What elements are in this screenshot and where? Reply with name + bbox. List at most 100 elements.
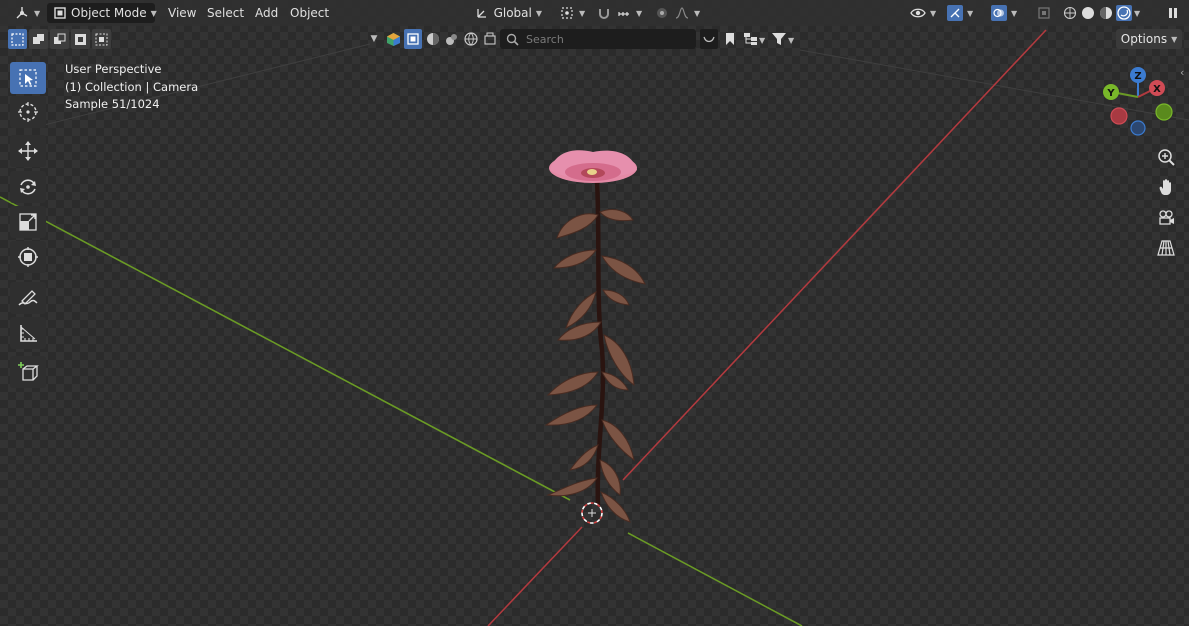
chevron-down-icon: ▼ <box>694 8 701 18</box>
mode-dropdown[interactable]: Object Mode ▼ <box>47 3 157 23</box>
navigation-gizmo[interactable]: Z X Y <box>1100 66 1180 136</box>
magnet-icon <box>596 5 612 21</box>
options-button[interactable]: Options ▼ <box>1116 29 1182 49</box>
camera-view-button[interactable] <box>1154 206 1178 230</box>
chevron-down-icon: ▼ <box>636 8 643 18</box>
proportional-editing-toggle[interactable]: ▼ <box>648 3 706 23</box>
chevron-down-icon: ▼ <box>150 8 157 18</box>
gizmo-x-label: X <box>1153 84 1161 95</box>
z-axis-handle: Z <box>1130 67 1146 83</box>
search-field[interactable] <box>500 29 696 49</box>
object-data-icon[interactable] <box>385 29 401 49</box>
neg-z-axis-handle <box>1130 120 1146 136</box>
editor-type-button[interactable]: ▼ <box>8 3 46 23</box>
gizmo-z-label: Z <box>1134 71 1141 82</box>
add-cube-tool[interactable] <box>10 356 46 388</box>
wireframe-shading-icon[interactable] <box>1062 5 1078 21</box>
scale-tool[interactable] <box>10 206 46 238</box>
measure-icon <box>20 325 37 342</box>
transform-tool[interactable] <box>10 241 46 273</box>
curve-toggle[interactable] <box>700 29 718 49</box>
chevron-down-icon: ▼ <box>34 8 41 18</box>
bookmark-icon[interactable] <box>722 29 738 49</box>
material-preview-icon[interactable] <box>444 29 460 49</box>
plant-stem <box>594 179 606 506</box>
flower-head <box>549 150 637 183</box>
filter-icon[interactable]: ▼ <box>770 29 796 49</box>
perspective-toggle-button[interactable] <box>1154 236 1178 260</box>
mesh-select-icon[interactable] <box>482 29 498 49</box>
falloff-curve-icon <box>674 5 690 21</box>
camera-icon <box>1159 210 1174 225</box>
xray-toggle[interactable] <box>1030 3 1058 23</box>
rendered-shading-icon[interactable] <box>1116 5 1132 21</box>
select-new-icon <box>11 32 24 46</box>
chevron-down-icon[interactable]: ▼ <box>1134 9 1140 18</box>
viewport-filter-group: ▼ <box>366 29 498 49</box>
world-icon[interactable] <box>463 29 479 49</box>
select-invert-mode[interactable] <box>71 29 90 49</box>
svg-text:▼: ▼ <box>788 36 795 45</box>
search-icon <box>504 31 520 47</box>
solid-sphere-icon[interactable] <box>425 29 441 49</box>
proportional-edit-icon <box>654 5 670 21</box>
mode-label: Object Mode <box>71 6 147 20</box>
chevron-down-icon[interactable]: ▼ <box>366 29 382 49</box>
pan-view-button[interactable] <box>1154 175 1178 199</box>
select-invert-icon <box>75 33 86 45</box>
object-mode-filter[interactable] <box>404 29 422 49</box>
shading-mode-group: ▼ <box>1056 3 1146 23</box>
sidebar-toggle-icon[interactable]: ‹ <box>1180 66 1184 79</box>
snap-toggle[interactable]: ▼ <box>590 3 648 23</box>
object-mode-icon <box>53 5 67 21</box>
menu-select[interactable]: Select <box>201 3 250 23</box>
3d-viewport[interactable]: ▼ Object Mode ▼ View Select Add Object G… <box>0 0 1189 626</box>
y-axis-handle: Y <box>1103 84 1119 100</box>
select-extend-mode[interactable] <box>29 29 48 49</box>
chevron-down-icon: ▼ <box>967 8 974 18</box>
transform-orientation-dropdown[interactable]: Global ▼ <box>468 3 548 23</box>
scale-icon <box>19 213 37 231</box>
chevron-down-icon: ▼ <box>1171 34 1178 44</box>
select-box-tool[interactable] <box>10 62 46 94</box>
move-icon <box>18 141 38 161</box>
zoom-view-button[interactable] <box>1154 145 1178 169</box>
select-intersect-icon <box>95 33 108 45</box>
view-name-text: User Perspective <box>65 62 162 76</box>
annotate-tool[interactable] <box>10 282 46 314</box>
select-intersect-mode[interactable] <box>92 29 111 49</box>
solid-shading-icon[interactable] <box>1080 5 1096 21</box>
rotate-tool[interactable] <box>10 171 46 203</box>
material-shading-icon[interactable] <box>1098 5 1114 21</box>
menu-object[interactable]: Object <box>284 3 335 23</box>
pivot-icon <box>559 5 575 21</box>
3d-viewport-icon <box>14 5 30 21</box>
pause-render-button[interactable] <box>1159 3 1187 23</box>
move-tool[interactable] <box>10 135 46 167</box>
add-cube-icon <box>18 362 39 381</box>
cursor-icon <box>18 102 38 122</box>
gizmo-dropdown[interactable]: ▼ <box>941 3 979 23</box>
chevron-down-icon: ▼ <box>535 8 542 18</box>
snap-increment-icon <box>616 5 632 21</box>
pivot-point-dropdown[interactable]: ▼ <box>553 3 591 23</box>
hand-icon <box>1159 179 1171 195</box>
visibility-dropdown[interactable]: ▼ <box>904 3 942 23</box>
hierarchy-icon[interactable]: ▼ <box>742 29 766 49</box>
cursor-tool[interactable] <box>10 96 46 128</box>
orientation-icon <box>474 5 490 21</box>
3d-cursor <box>581 502 603 524</box>
select-new-mode[interactable] <box>8 29 27 49</box>
viewport-extra-group: ▼ ▼ <box>700 29 796 49</box>
x-axis-line-a <box>622 29 1047 481</box>
search-input[interactable] <box>524 31 693 47</box>
zoom-icon <box>1158 149 1175 166</box>
measure-tool[interactable] <box>10 317 46 349</box>
menu-view[interactable]: View <box>162 3 202 23</box>
menu-add[interactable]: Add <box>249 3 284 23</box>
overlays-dropdown[interactable]: ▼ <box>985 3 1023 23</box>
select-subtract-mode[interactable] <box>50 29 69 49</box>
square-select-icon <box>407 33 419 45</box>
chevron-down-icon: ▼ <box>930 8 937 18</box>
selection-mode-group <box>8 29 111 49</box>
